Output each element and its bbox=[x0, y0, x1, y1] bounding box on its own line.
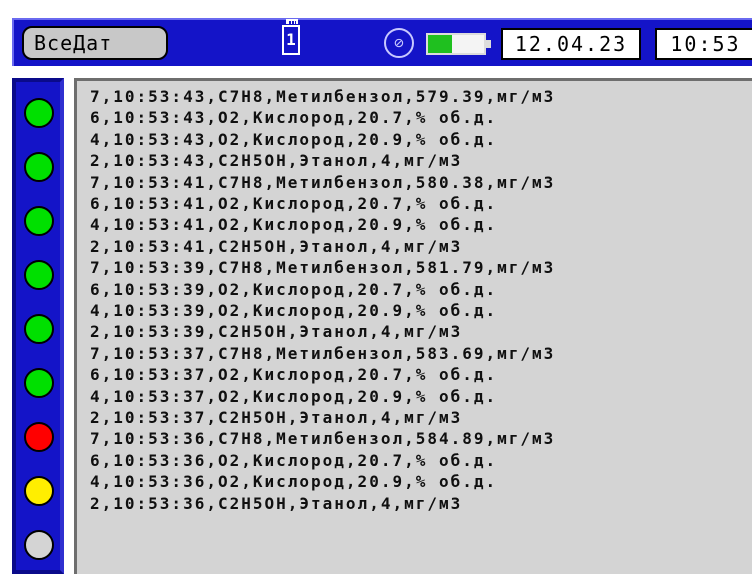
sd-card-icon: 1 bbox=[282, 19, 300, 55]
event-log-panel[interactable]: 7,10:53:43,C7H8,Метилбензол,579.39,мг/м3… bbox=[74, 78, 752, 574]
channel-indicator-gray[interactable] bbox=[24, 530, 54, 560]
log-line: 2,10:53:39,C2H5OH,Этанол,4,мг/м3 bbox=[90, 322, 463, 342]
channel-indicator-yellow[interactable] bbox=[24, 476, 54, 506]
log-line: 7,10:53:39,C7H8,Метилбензол,581.79,мг/м3 bbox=[90, 258, 556, 278]
battery-level-fill bbox=[428, 35, 452, 53]
sound-muted-icon[interactable]: ⊘ bbox=[384, 28, 414, 58]
channel-indicator-green[interactable] bbox=[24, 206, 54, 236]
channel-indicator-green[interactable] bbox=[24, 98, 54, 128]
channel-indicator-green[interactable] bbox=[24, 152, 54, 182]
log-line: 7,10:53:41,C7H8,Метилбензол,580.38,мг/м3 bbox=[90, 172, 556, 192]
log-line: 6,10:53:43,O2,Кислород,20.7,% об.д. bbox=[90, 108, 498, 128]
channel-indicator-green[interactable] bbox=[24, 314, 54, 344]
channel-indicator-green[interactable] bbox=[24, 368, 54, 398]
log-line: 6,10:53:37,O2,Кислород,20.7,% об.д. bbox=[90, 365, 498, 385]
all-sensors-button[interactable]: ВсеДат bbox=[22, 26, 168, 60]
log-line: 2,10:53:37,C2H5OH,Этанол,4,мг/м3 bbox=[90, 408, 463, 427]
log-line: 6,10:53:36,O2,Кислород,20.7,% об.д. bbox=[90, 450, 498, 470]
log-line: 4,10:53:39,O2,Кислород,20.9,% об.д. bbox=[90, 301, 498, 320]
date-display[interactable]: 12.04.23 bbox=[501, 28, 641, 60]
log-line: 2,10:53:43,C2H5OH,Этанол,4,мг/м3 bbox=[90, 151, 463, 171]
log-line: 7,10:53:43,C7H8,Метилбензол,579.39,мг/м3 bbox=[90, 87, 556, 106]
channel-indicator-green[interactable] bbox=[24, 260, 54, 290]
log-line: 7,10:53:36,C7H8,Метилбензол,584.89,мг/м3 bbox=[90, 429, 556, 449]
time-display[interactable]: 10:53 bbox=[655, 28, 752, 60]
log-line: 6,10:53:39,O2,Кислород,20.7,% об.д. bbox=[90, 279, 498, 299]
log-line: 2,10:53:36,C2H5OH,Этанол,4,мг/м3 bbox=[90, 493, 463, 513]
channel-indicator-red[interactable] bbox=[24, 422, 54, 452]
top-bar: ВсеДат 1 ⊘ 12.04.23 10:53 bbox=[12, 18, 752, 66]
log-line: 7,10:53:37,C7H8,Метилбензол,583.69,мг/м3 bbox=[90, 343, 556, 363]
log-line: 6,10:53:41,O2,Кислород,20.7,% об.д. bbox=[90, 194, 498, 213]
log-line: 4,10:53:41,O2,Кислород,20.9,% об.д. bbox=[90, 215, 498, 235]
log-line: 4,10:53:37,O2,Кислород,20.9,% об.д. bbox=[90, 386, 498, 406]
channel-indicator-column bbox=[12, 78, 64, 574]
log-line: 4,10:53:43,O2,Кислород,20.9,% об.д. bbox=[90, 129, 498, 149]
battery-icon bbox=[426, 33, 491, 55]
log-line: 4,10:53:36,O2,Кислород,20.9,% об.д. bbox=[90, 472, 498, 492]
log-line: 2,10:53:41,C2H5OH,Этанол,4,мг/м3 bbox=[90, 236, 463, 256]
